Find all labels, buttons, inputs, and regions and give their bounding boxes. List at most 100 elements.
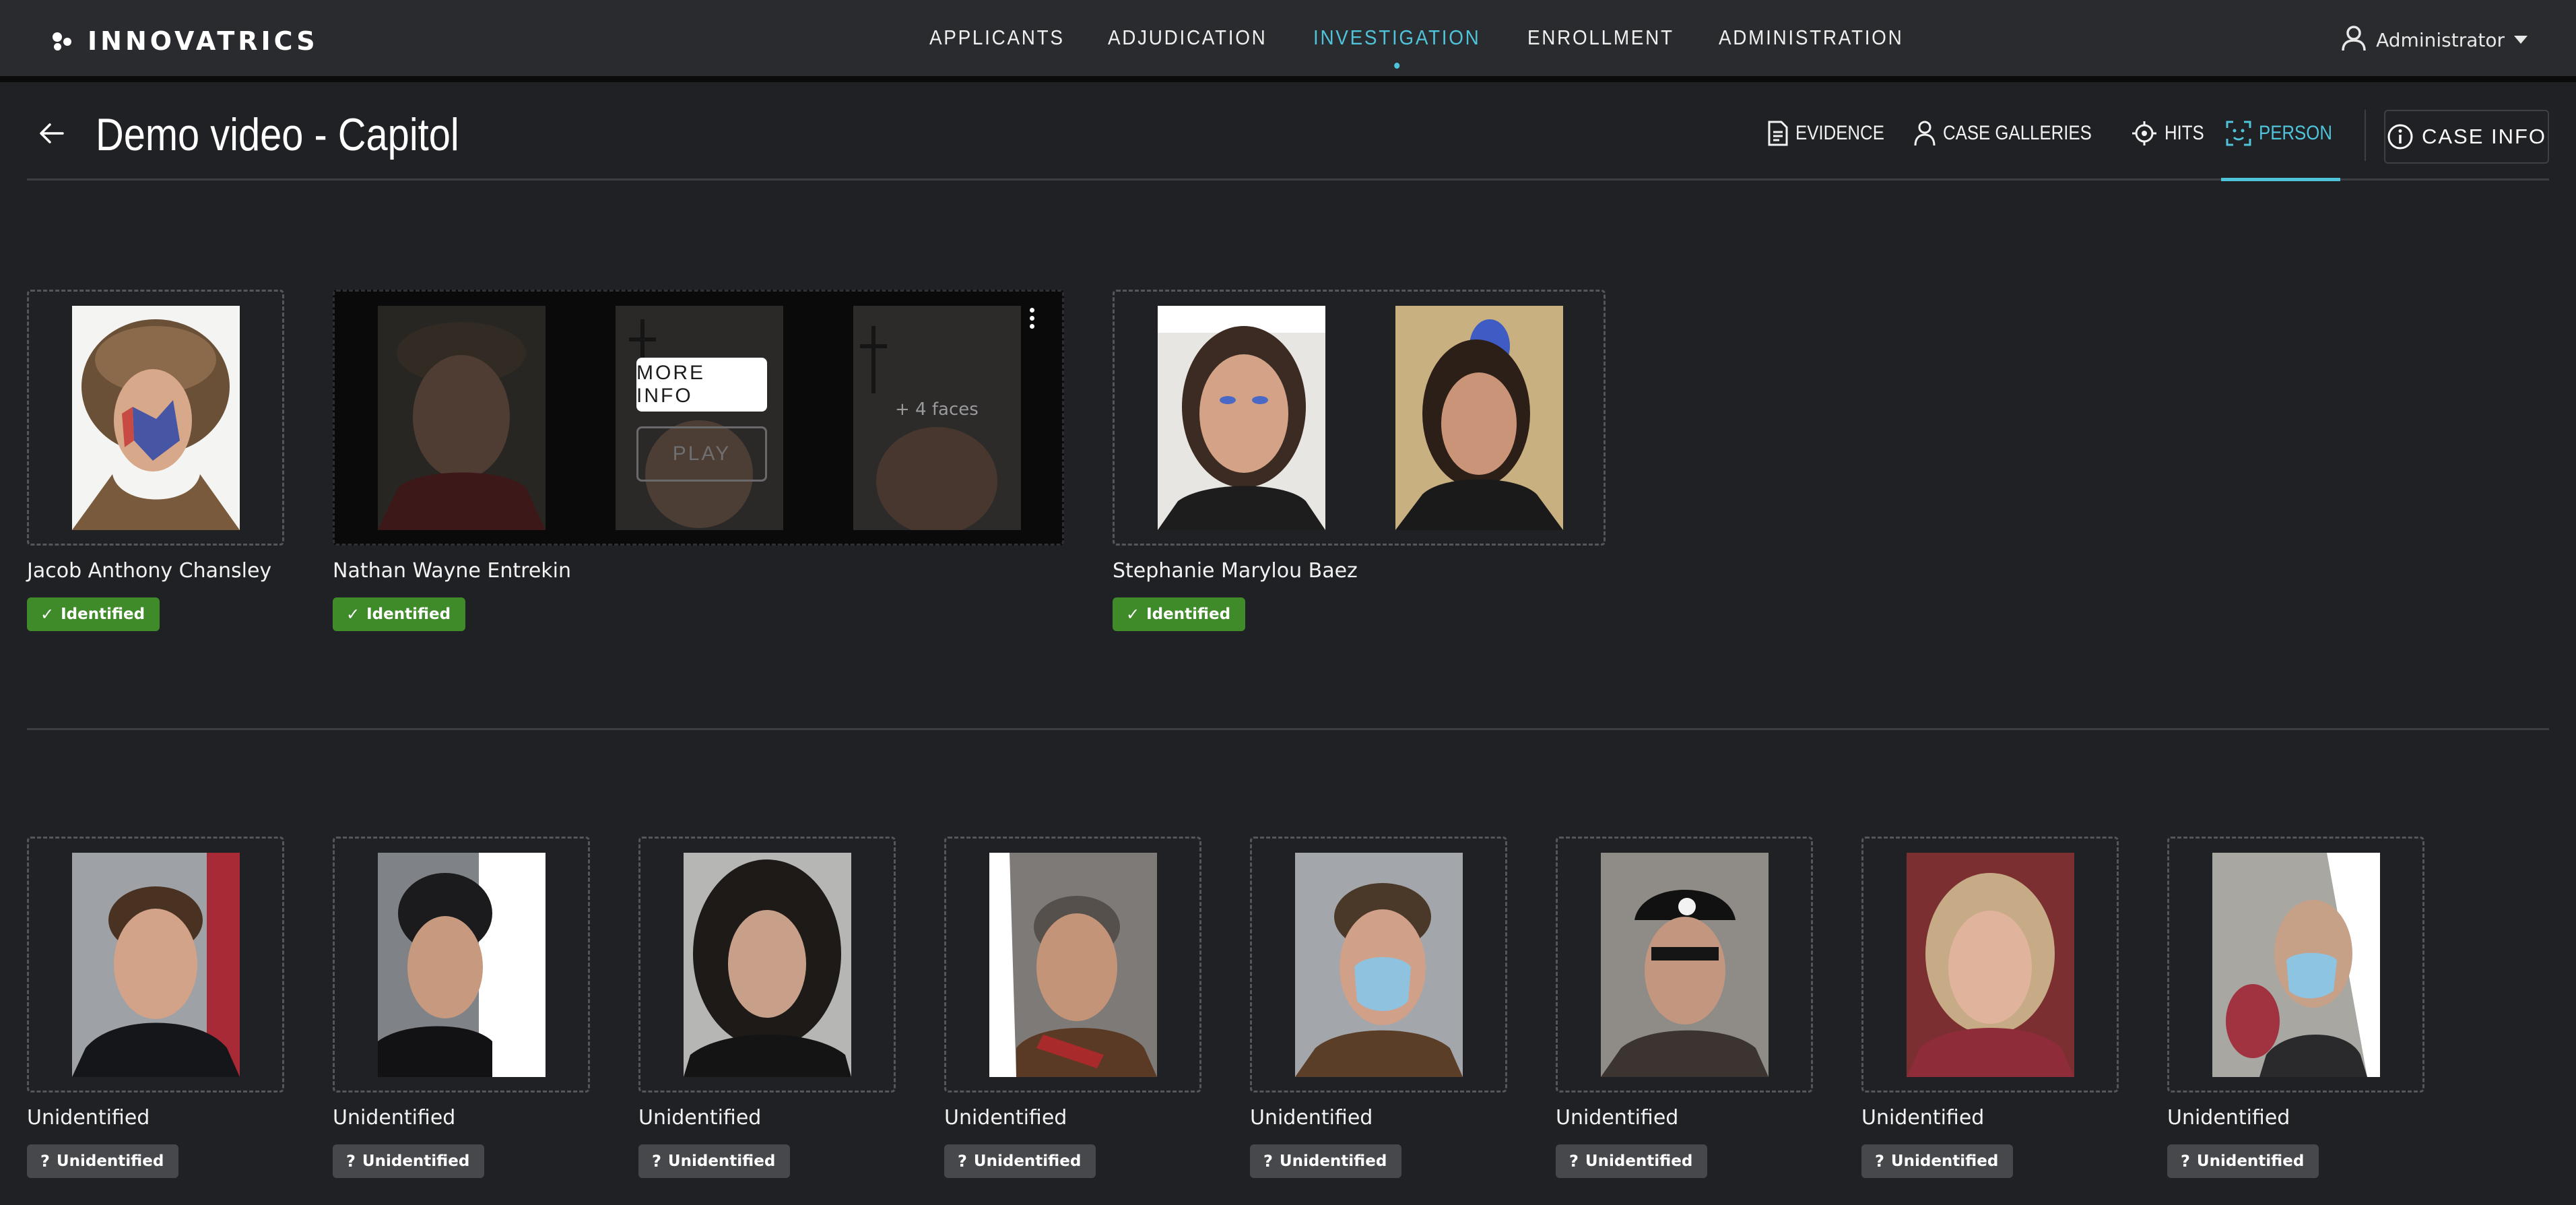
question-icon: ? <box>1263 1152 1273 1171</box>
status-badge-label: Unidentified <box>1890 1152 1999 1170</box>
face-thumbnail[interactable] <box>72 853 240 1077</box>
question-icon: ? <box>1875 1152 1884 1171</box>
case-info-button[interactable]: CASE INFO <box>2384 110 2549 164</box>
status-badge-label: Unidentified <box>1279 1152 1387 1170</box>
person-name[interactable]: Unidentified <box>1556 1106 1678 1130</box>
tab-evidence[interactable]: EVIDENCE <box>1767 108 1890 158</box>
user-name: Administrator <box>2376 28 2505 51</box>
person-name[interactable]: Nathan Wayne Entrekin <box>333 559 571 583</box>
page-header: Demo video - Capitol EVIDENCE CASE GALLE… <box>27 88 2549 181</box>
face-gallery-frame[interactable] <box>333 837 590 1093</box>
status-badge: ? Unidentified <box>2167 1144 2319 1178</box>
question-icon: ? <box>652 1152 661 1171</box>
face-gallery-frame[interactable] <box>27 837 284 1093</box>
status-badge-label: Unidentified <box>1585 1152 1693 1170</box>
face-gallery-frame[interactable] <box>1861 837 2119 1093</box>
nav-adjudication[interactable]: ADJUDICATION <box>1108 26 1267 57</box>
person-name[interactable]: Unidentified <box>333 1106 455 1130</box>
status-badge-label: Unidentified <box>667 1152 776 1170</box>
face-thumbnail[interactable] <box>1295 853 1463 1077</box>
check-icon: ✓ <box>1126 605 1140 624</box>
person-card[interactable]: Unidentified ? Unidentified <box>944 837 1201 1178</box>
document-icon <box>1768 121 1788 146</box>
tab-hits[interactable]: HITS <box>2131 108 2204 158</box>
innovatrics-logo[interactable]: INNOVATRICS <box>53 24 319 58</box>
nav-investigation[interactable]: INVESTIGATION <box>1313 26 1481 57</box>
face-gallery-frame[interactable] <box>2167 837 2424 1093</box>
tab-person[interactable]: PERSON <box>2221 108 2340 181</box>
face-thumbnail[interactable] <box>616 306 783 530</box>
person-name[interactable]: Unidentified <box>638 1106 761 1130</box>
question-icon: ? <box>40 1152 50 1171</box>
status-badge-label: Identified <box>366 606 451 623</box>
status-badge-label: Unidentified <box>973 1152 1082 1170</box>
top-navigation-bar: INNOVATRICS APPLICANTS ADJUDICATION INVE… <box>0 0 2576 82</box>
face-thumbnail[interactable] <box>1601 853 1769 1077</box>
nav-enrollment[interactable]: ENROLLMENT <box>1527 26 1674 57</box>
person-name[interactable]: Jacob Anthony Chansley <box>27 559 271 583</box>
back-button[interactable] <box>34 115 70 152</box>
face-gallery-frame[interactable] <box>27 290 284 546</box>
person-card[interactable]: Unidentified ? Unidentified <box>2167 837 2424 1178</box>
check-icon: ✓ <box>346 605 360 624</box>
info-icon <box>2387 124 2413 150</box>
status-badge-label: Unidentified <box>56 1152 164 1170</box>
chevron-down-icon <box>2514 36 2528 44</box>
face-gallery-frame[interactable] <box>1113 290 1606 546</box>
person-name[interactable]: Unidentified <box>27 1106 150 1130</box>
status-badge-label: Unidentified <box>2196 1152 2305 1170</box>
innovatrics-logo-icon <box>53 31 73 51</box>
more-options-icon[interactable] <box>1030 308 1036 332</box>
header-divider <box>2365 110 2366 161</box>
nav-applicants[interactable]: APPLICANTS <box>929 26 1065 57</box>
arrow-left-icon <box>40 123 64 143</box>
person-name[interactable]: Unidentified <box>944 1106 1067 1130</box>
status-badge-label: Identified <box>61 606 145 623</box>
face-gallery-frame[interactable] <box>1556 837 1813 1093</box>
face-thumbnail[interactable] <box>378 853 546 1077</box>
person-card[interactable]: + 4 faces MORE INFO PLAY Nathan Wayne En… <box>333 290 1064 631</box>
status-badge-label: Identified <box>1146 606 1231 623</box>
nav-administration[interactable]: ADMINISTRATION <box>1719 26 1903 57</box>
person-card[interactable]: Unidentified ? Unidentified <box>27 837 284 1178</box>
face-thumbnail[interactable] <box>1907 853 2074 1077</box>
person-card[interactable]: Unidentified ? Unidentified <box>1861 837 2119 1178</box>
user-menu[interactable]: Administrator <box>2341 23 2528 57</box>
user-icon <box>2341 25 2367 55</box>
person-name[interactable]: Unidentified <box>2167 1106 2290 1130</box>
tab-case-galleries[interactable]: CASE GALLERIES <box>1913 108 2108 158</box>
person-name[interactable]: Unidentified <box>1250 1106 1373 1130</box>
face-thumbnail[interactable] <box>989 853 1157 1077</box>
status-badge: ? Unidentified <box>638 1144 791 1178</box>
face-gallery-frame[interactable]: + 4 faces MORE INFO PLAY <box>333 290 1064 546</box>
person-name[interactable]: Unidentified <box>1861 1106 1984 1130</box>
person-card[interactable]: Unidentified ? Unidentified <box>1250 837 1507 1178</box>
brand-name: INNOVATRICS <box>88 26 319 56</box>
face-thumbnail[interactable] <box>72 306 240 530</box>
play-button[interactable]: PLAY <box>636 426 767 482</box>
face-gallery-frame[interactable] <box>1250 837 1507 1093</box>
status-badge: ? Unidentified <box>1250 1144 1402 1178</box>
section-divider <box>27 728 2549 730</box>
person-card[interactable]: Unidentified ? Unidentified <box>333 837 590 1178</box>
status-badge: ✓ Identified <box>27 597 160 631</box>
face-thumbnail[interactable] <box>1395 306 1563 530</box>
question-icon: ? <box>958 1152 967 1171</box>
status-badge: ? Unidentified <box>1556 1144 1708 1178</box>
person-card[interactable]: Jacob Anthony Chansley ✓ Identified <box>27 290 284 631</box>
face-thumbnail[interactable] <box>684 853 851 1077</box>
more-info-button[interactable]: MORE INFO <box>636 358 767 412</box>
face-gallery-frame[interactable] <box>944 837 1201 1093</box>
face-thumbnail[interactable] <box>2212 853 2380 1077</box>
page-title: Demo video - Capitol <box>96 109 459 160</box>
main-navigation: APPLICANTS ADJUDICATION INVESTIGATION EN… <box>929 26 1924 57</box>
person-card[interactable]: Stephanie Marylou Baez ✓ Identified <box>1113 290 1606 631</box>
person-icon <box>1914 121 1936 146</box>
person-card[interactable]: Unidentified ? Unidentified <box>638 837 896 1178</box>
face-gallery-frame[interactable] <box>638 837 896 1093</box>
face-thumbnail[interactable] <box>378 306 546 530</box>
face-thumbnail[interactable] <box>1158 306 1325 530</box>
status-badge: ? Unidentified <box>333 1144 485 1178</box>
person-card[interactable]: Unidentified ? Unidentified <box>1556 837 1813 1178</box>
person-name[interactable]: Stephanie Marylou Baez <box>1113 559 1358 583</box>
